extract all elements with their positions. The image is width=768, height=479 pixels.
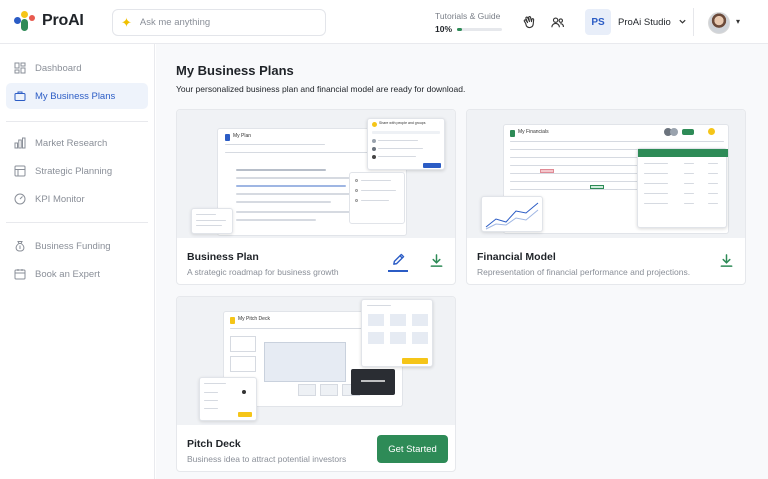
preview-doc-title: My Plan <box>233 133 252 139</box>
download-icon <box>429 253 444 271</box>
top-header: ProAI ✦ Tutorials & Guide 10% PS ProAi S… <box>0 0 768 44</box>
workspace-name: ProAi Studio <box>618 16 671 28</box>
team-icon[interactable] <box>548 13 566 31</box>
workspace-switcher[interactable]: PS ProAi Studio <box>585 9 687 35</box>
image-picker-mock <box>361 299 433 367</box>
download-button[interactable] <box>716 252 736 272</box>
sidebar-item-label: KPI Monitor <box>35 193 85 205</box>
card-description: Representation of financial performance … <box>477 267 691 277</box>
app-name: ProAI <box>42 12 84 29</box>
money-bag-icon <box>13 240 26 253</box>
pitch-deck-card[interactable]: My Pitch Deck Pitch Deck Business idea t… <box>176 296 456 472</box>
sidebar-divider <box>6 121 148 122</box>
header-divider <box>693 8 694 36</box>
sidebar-item-strategic-planning[interactable]: Strategic Planning <box>6 158 148 184</box>
search-bar[interactable]: ✦ <box>112 9 326 36</box>
card-description: A strategic roadmap for business growth <box>187 267 339 277</box>
sidebar-item-label: Strategic Planning <box>35 165 113 177</box>
edit-button[interactable] <box>388 252 408 272</box>
download-icon <box>719 253 734 271</box>
tutorial-progress-bar <box>457 27 503 31</box>
preview-doc-title: My Pitch Deck <box>238 316 270 322</box>
sidebar-item-label: Business Funding <box>35 240 111 252</box>
preview-share-title: Share with people and groups <box>379 121 426 125</box>
dark-slide-mock <box>351 369 395 395</box>
hand-wave-icon[interactable] <box>519 13 537 31</box>
sidebar-item-label: Book an Expert <box>35 268 100 280</box>
sidebar-item-book-an-expert[interactable]: Book an Expert <box>6 261 148 287</box>
dashboard-icon <box>13 62 26 75</box>
gauge-icon <box>13 193 26 206</box>
preview-doc-title: My Financials <box>518 129 549 135</box>
sidebar-item-dashboard[interactable]: Dashboard <box>6 55 148 81</box>
detail-panel-mock <box>637 148 728 228</box>
tutorial-progress[interactable]: Tutorials & Guide 10% <box>435 11 505 34</box>
card-title: Business Plan <box>187 251 259 263</box>
sidebar-item-market-research[interactable]: Market Research <box>6 130 148 156</box>
sidebar-item-label: Dashboard <box>35 62 82 74</box>
tutorial-progress-fill <box>457 27 462 31</box>
get-started-button[interactable]: Get Started <box>377 435 448 463</box>
card-title: Pitch Deck <box>187 438 241 450</box>
tutorial-label: Tutorials & Guide <box>435 11 501 21</box>
main-content: My Business Plans Your personalized busi… <box>156 44 768 479</box>
financial-model-preview: My Financials <box>467 110 745 238</box>
financial-model-card[interactable]: My Financials Financial Model Representa… <box>466 109 746 285</box>
doc-icon <box>225 134 230 141</box>
app-logo[interactable]: ProAI <box>14 10 84 32</box>
sidebar-item-kpi-monitor[interactable]: KPI Monitor <box>6 186 148 212</box>
business-plan-preview: My Plan Share with people and groups <box>177 110 455 238</box>
sidebar-item-label: My Business Plans <box>35 90 116 102</box>
page-title: My Business Plans <box>176 63 294 78</box>
user-avatar[interactable] <box>708 12 730 34</box>
comment-panel-mock <box>349 172 405 224</box>
small-card-mock <box>191 208 233 234</box>
share-dialog-mock: Share with people and groups <box>367 118 445 170</box>
sidebar-item-label: Market Research <box>35 137 108 149</box>
pitch-deck-preview: My Pitch Deck <box>177 297 455 425</box>
mini-chart-mock <box>481 196 543 232</box>
business-plan-card[interactable]: My Plan Share with people and groups Bus… <box>176 109 456 285</box>
card-title: Financial Model <box>477 251 556 263</box>
search-input[interactable] <box>139 17 300 28</box>
tutorial-percent: 10% <box>435 24 453 34</box>
chevron-down-icon <box>678 17 687 28</box>
bar-chart-icon <box>13 137 26 150</box>
sidebar-item-my-business-plans[interactable]: My Business Plans <box>6 83 148 109</box>
settings-panel-mock <box>199 377 257 421</box>
sidebar-item-business-funding[interactable]: Business Funding <box>6 233 148 259</box>
calendar-icon <box>13 268 26 281</box>
page-subtitle: Your personalized business plan and fina… <box>176 84 466 94</box>
pencil-icon <box>391 252 406 270</box>
caret-down-icon[interactable]: ▾ <box>736 17 740 26</box>
sidebar: Dashboard My Business Plans Market Resea… <box>0 44 155 479</box>
workspace-initials: PS <box>585 9 611 35</box>
sparkle-icon: ✦ <box>121 14 132 30</box>
card-description: Business idea to attract potential inves… <box>187 454 347 464</box>
download-button[interactable] <box>426 252 446 272</box>
logo-mark-icon <box>14 10 36 32</box>
strategy-icon <box>13 165 26 178</box>
sidebar-divider <box>6 222 148 223</box>
briefcase-icon <box>13 90 26 103</box>
